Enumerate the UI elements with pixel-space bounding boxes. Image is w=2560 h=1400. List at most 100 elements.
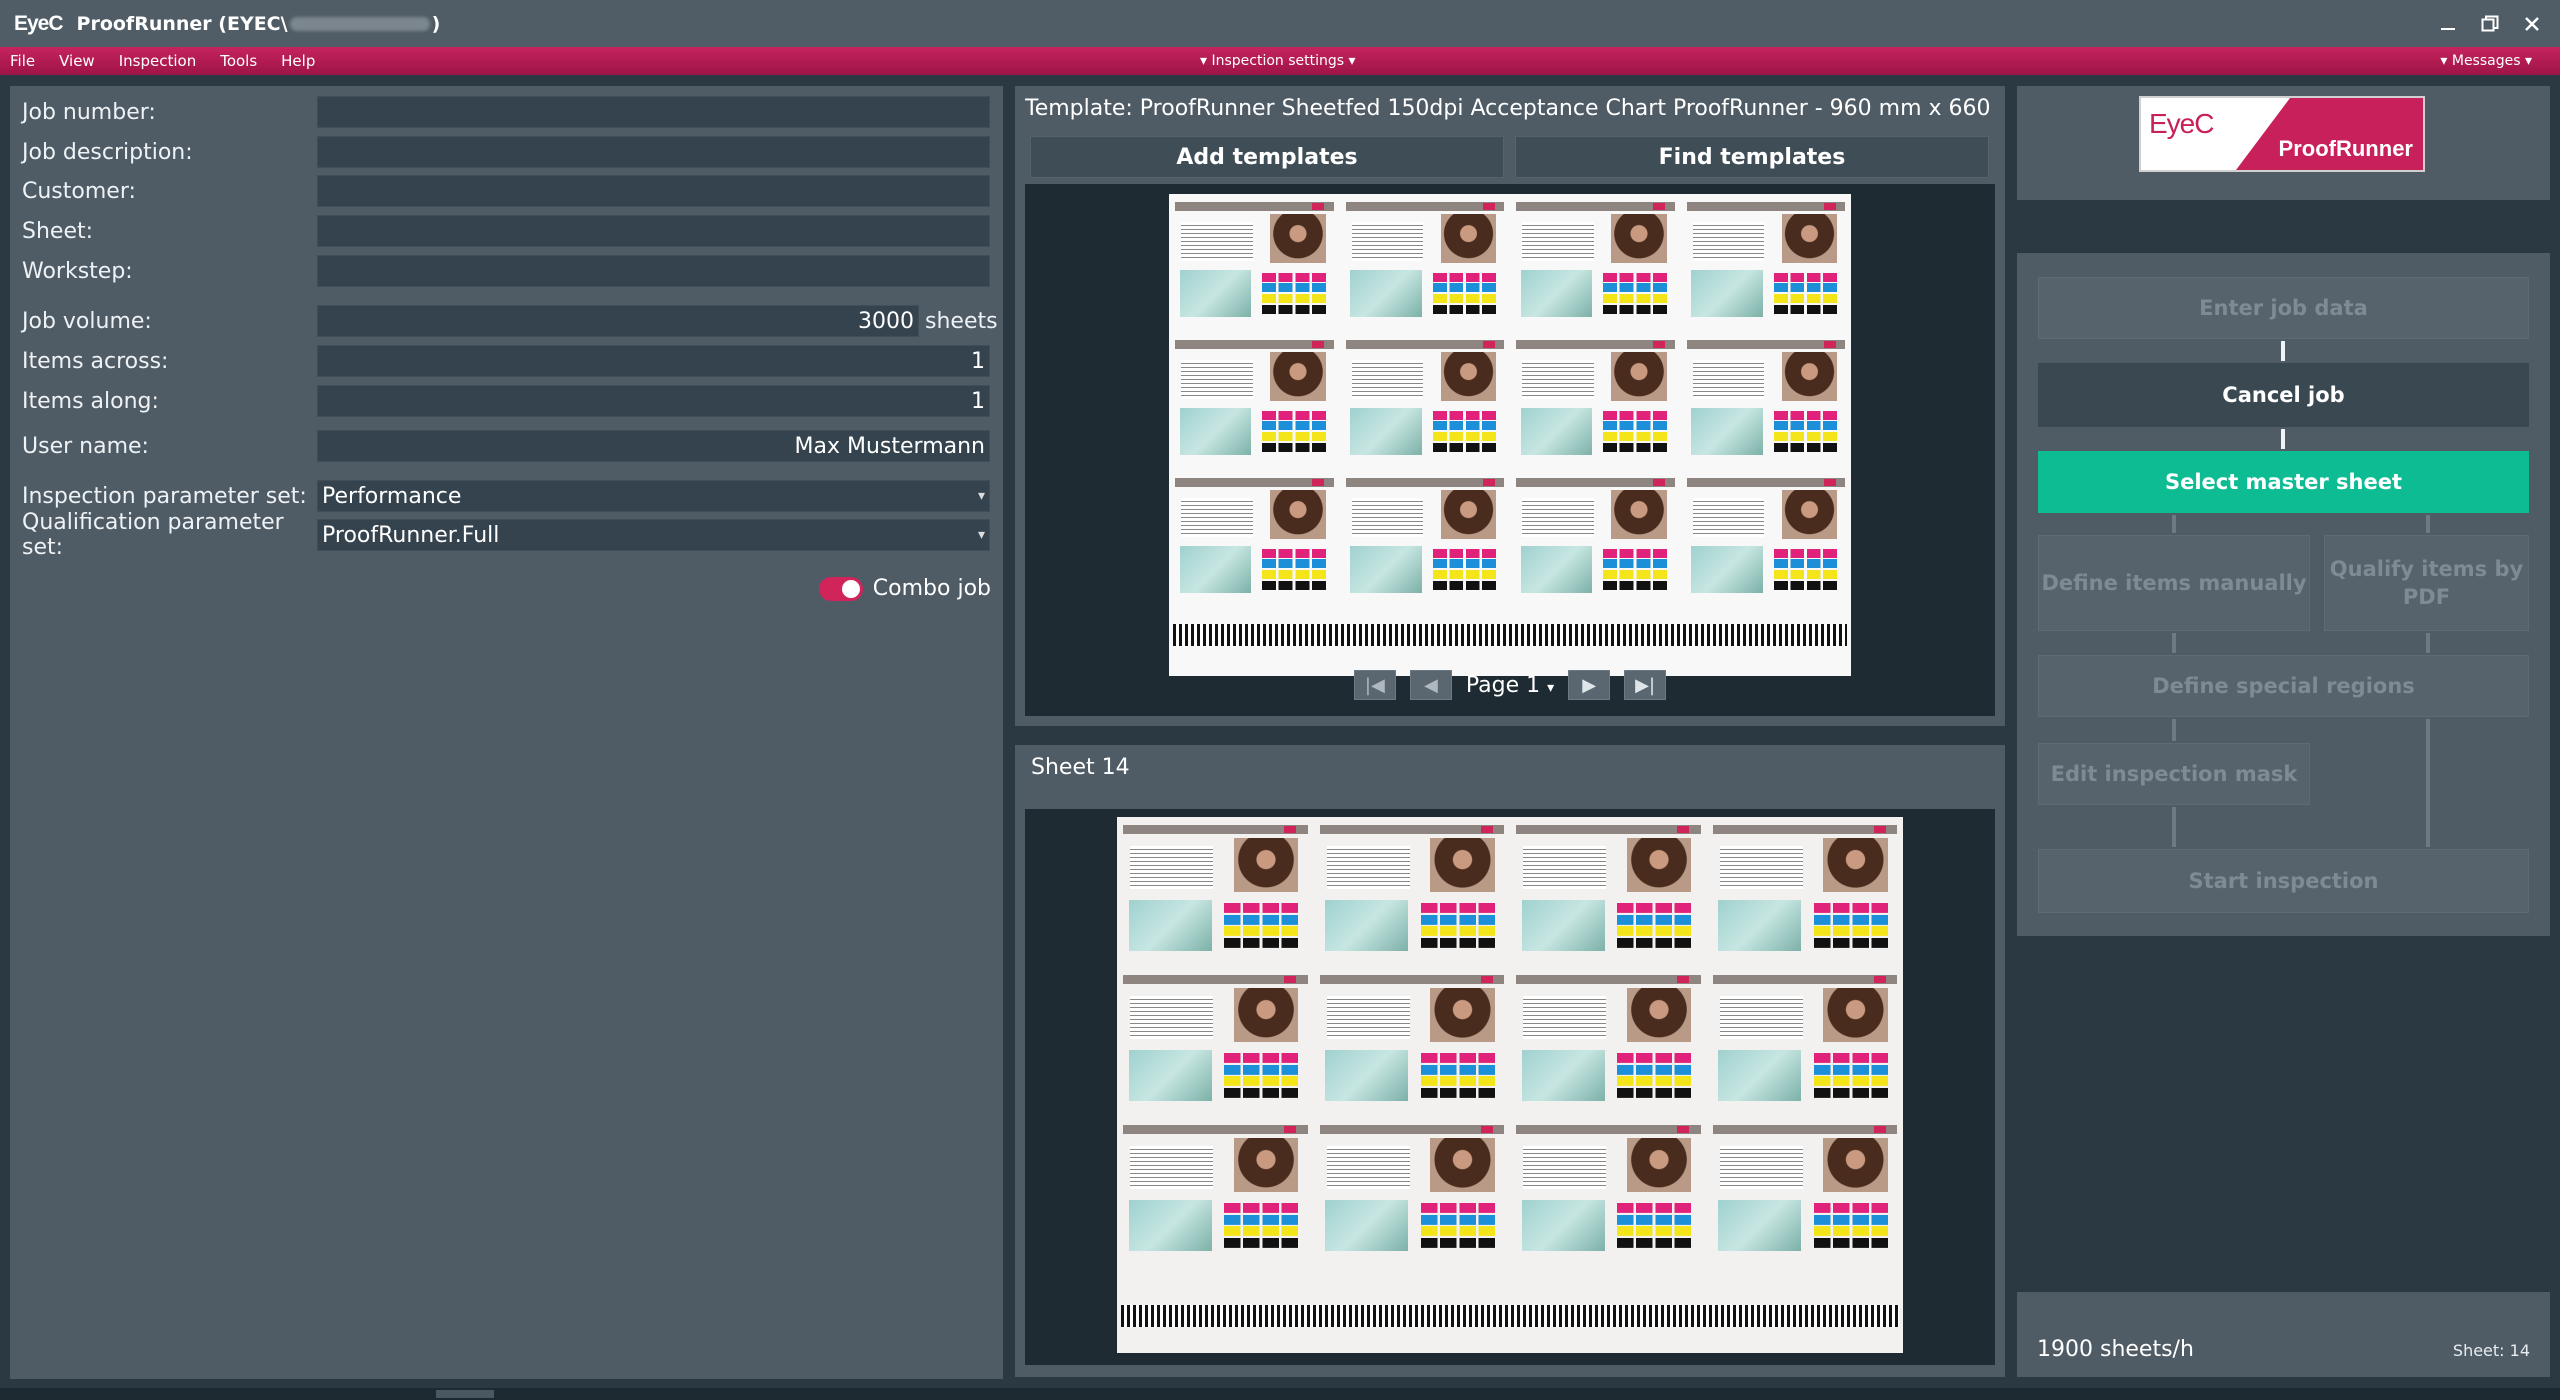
flow-connector (2172, 807, 2176, 847)
inspection-param-select[interactable]: Performance ▾ (317, 480, 990, 512)
job-data-panel: Job number: Job description: Customer: S… (10, 86, 1003, 1379)
find-templates-button[interactable]: Find templates (1515, 136, 1989, 178)
sheet-barcode (1173, 624, 1847, 646)
sheet-item-thumbnail (1712, 825, 1897, 959)
combo-job-toggle[interactable]: Combo job (818, 576, 991, 601)
items-along-input[interactable]: 1 (317, 385, 990, 417)
inspection-param-label: Inspection parameter set: (22, 483, 307, 509)
inspection-param-value: Performance (322, 483, 462, 509)
qualification-param-select[interactable]: ProofRunner.Full ▾ (317, 519, 990, 551)
messages-menu[interactable]: ▾ Messages ▾ (2440, 53, 2532, 69)
sheet-preview[interactable] (1025, 809, 1995, 1365)
job-volume-unit: sheets (925, 308, 998, 334)
menu-help[interactable]: Help (281, 52, 315, 70)
combo-job-label: Combo job (872, 576, 991, 601)
title-bar: EyeC ProofRunner (EYEC\) (0, 0, 2560, 47)
define-items-manually-button[interactable]: Define items manually (2038, 535, 2310, 631)
qualification-param-value: ProofRunner.Full (322, 522, 500, 548)
horizontal-scrollbar[interactable] (0, 1388, 2560, 1400)
sheet-input[interactable] (317, 215, 990, 247)
flow-connector (2172, 633, 2176, 653)
sheet-item-thumbnail (1686, 478, 1845, 600)
sheet-item-thumbnail (1686, 340, 1845, 462)
chevron-down-icon: ▾ (977, 527, 985, 543)
workstep-input[interactable] (317, 255, 990, 287)
last-page-icon[interactable]: ▶| (1624, 670, 1667, 700)
menu-view[interactable]: View (59, 52, 95, 70)
customer-label: Customer: (22, 178, 136, 204)
template-preview[interactable] (1025, 184, 1995, 716)
job-description-label: Job description: (22, 139, 193, 165)
flow-connector (2281, 341, 2285, 361)
menu-file[interactable]: File (10, 52, 35, 70)
qualification-param-row: Qualification parameter set: ProofRunner… (22, 510, 990, 560)
flow-connector (2172, 515, 2176, 533)
sheet-title: Sheet 14 (1031, 755, 1130, 780)
next-page-icon[interactable]: ▶ (1568, 670, 1611, 700)
status-panel: 1900 sheets/h Sheet: 14 (2017, 1292, 2550, 1377)
items-across-input[interactable]: 1 (317, 345, 990, 377)
chevron-down-icon: ▾ (1547, 679, 1555, 696)
sheet-item-thumbnail (1175, 202, 1334, 324)
cancel-job-button[interactable]: Cancel job (2038, 363, 2529, 427)
sheet-counter: Sheet: 14 (2452, 1341, 2530, 1360)
items-across-label: Items across: (22, 348, 169, 374)
sheet-item-thumbnail (1345, 202, 1504, 324)
sheet-row: Sheet: (22, 215, 990, 247)
sheet-item-thumbnail (1516, 478, 1675, 600)
menu-bar: File View Inspection Tools Help ▾ Inspec… (0, 47, 2560, 75)
sheet-item-thumbnail (1319, 975, 1504, 1109)
add-templates-button[interactable]: Add templates (1030, 136, 1504, 178)
define-special-regions-button[interactable]: Define special regions (2038, 655, 2529, 717)
page-navigator: |◀ ◀ Page 1 ▾ ▶ ▶| (1015, 668, 2005, 702)
qualify-items-by-pdf-button[interactable]: Qualify items by PDF (2324, 535, 2529, 631)
customer-input[interactable] (317, 175, 990, 207)
items-along-row: Items along: 1 (22, 385, 990, 417)
previous-page-icon[interactable]: ◀ (1409, 670, 1452, 700)
items-across-row: Items across: 1 (22, 345, 990, 377)
job-volume-row: Job volume: 3000 sheets (22, 305, 998, 337)
job-volume-label: Job volume: (22, 308, 152, 334)
app-logo: EyeC (14, 11, 64, 35)
inspection-settings-menu[interactable]: ▾ Inspection settings ▾ (1200, 53, 1356, 69)
toggle-switch-icon[interactable] (818, 576, 863, 601)
sheet-item-thumbnail (1712, 1125, 1897, 1259)
sheet-item-thumbnail (1712, 975, 1897, 1109)
job-volume-input[interactable]: 3000 (317, 305, 919, 337)
job-description-row: Job description: (22, 136, 990, 168)
scrollbar-thumb[interactable] (436, 1390, 494, 1398)
enter-job-data-button[interactable]: Enter job data (2038, 277, 2529, 339)
page-label: Page 1 (1465, 672, 1541, 698)
window-title-suffix: ) (431, 12, 441, 35)
user-name-input[interactable]: Max Mustermann (317, 430, 990, 462)
job-number-input[interactable] (317, 96, 990, 128)
select-master-sheet-button[interactable]: Select master sheet (2038, 451, 2529, 513)
sheet-item-thumbnail (1175, 478, 1334, 600)
job-description-input[interactable] (317, 136, 990, 168)
sheet-barcode (1121, 1305, 1899, 1327)
sheet-item-thumbnail (1516, 202, 1675, 324)
restore-icon[interactable] (2474, 8, 2506, 40)
sheet-item-thumbnail (1175, 340, 1334, 462)
qualification-param-label: Qualification parameter set: (22, 510, 284, 560)
flow-connector (2426, 633, 2430, 653)
edit-inspection-mask-button[interactable]: Edit inspection mask (2038, 743, 2310, 805)
user-name-label: User name: (22, 433, 149, 459)
sheet-item-thumbnail (1123, 1125, 1308, 1259)
job-number-row: Job number: (22, 96, 990, 128)
first-page-icon[interactable]: |◀ (1353, 670, 1396, 700)
sheet-item-thumbnail (1516, 340, 1675, 462)
logo-product-text: ProofRunner (2278, 136, 2413, 161)
items-along-label: Items along: (22, 388, 159, 414)
minimize-icon[interactable] (2432, 8, 2464, 40)
template-panel: Template: ProofRunner Sheetfed 150dpi Ac… (1015, 86, 2005, 726)
close-icon[interactable] (2516, 8, 2548, 40)
sheet-item-thumbnail (1345, 478, 1504, 600)
start-inspection-button[interactable]: Start inspection (2038, 849, 2529, 913)
workflow-panel: Enter job data Cancel job Select master … (2017, 253, 2550, 936)
menu-tools[interactable]: Tools (220, 52, 257, 70)
sheet-item-thumbnail (1516, 975, 1701, 1109)
sheet-item-thumbnail (1123, 825, 1308, 959)
menu-inspection[interactable]: Inspection (119, 52, 196, 70)
page-selector[interactable]: Page 1 ▾ (1466, 673, 1554, 698)
